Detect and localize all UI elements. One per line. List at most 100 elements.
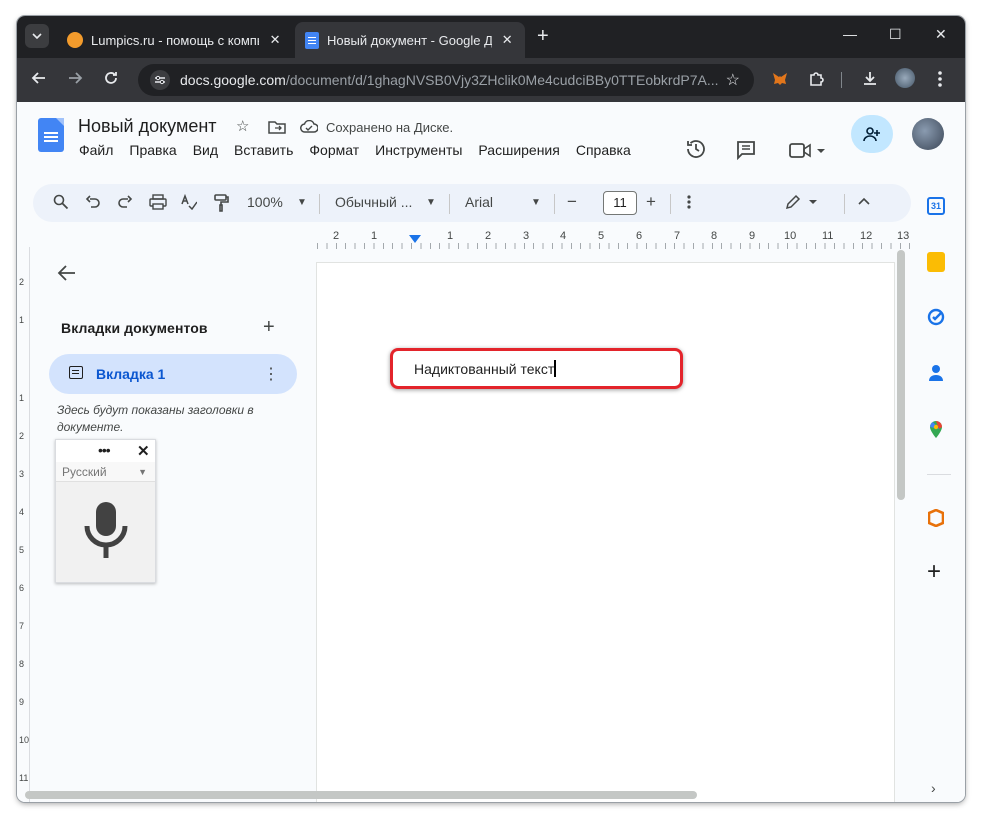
- tab-close-icon[interactable]: ✕: [500, 32, 515, 48]
- highlight-frame: [390, 348, 683, 389]
- chrome-menu-icon[interactable]: [937, 70, 943, 88]
- contacts-icon[interactable]: [928, 364, 944, 382]
- menu-help[interactable]: Справка: [576, 142, 631, 158]
- horizontal-scrollbar[interactable]: [25, 791, 697, 799]
- close-voice-typing-button[interactable]: ✕: [137, 442, 150, 460]
- more-options-icon[interactable]: [687, 194, 691, 210]
- profile-avatar-icon[interactable]: [895, 68, 915, 88]
- chevron-up-icon[interactable]: [858, 197, 870, 205]
- editing-mode-icon[interactable]: [785, 194, 819, 210]
- keep-icon[interactable]: [927, 252, 945, 272]
- chevron-down-icon[interactable]: ▼: [297, 197, 307, 208]
- download-icon[interactable]: [861, 70, 879, 88]
- star-icon[interactable]: ☆: [236, 117, 249, 135]
- search-icon[interactable]: [53, 194, 69, 210]
- cloud-saved-icon[interactable]: [300, 120, 318, 133]
- add-tab-button[interactable]: +: [263, 316, 275, 339]
- add-person-icon: [863, 127, 880, 142]
- side-panel: 31 +: [917, 102, 965, 802]
- redo-icon[interactable]: [117, 194, 133, 210]
- tab-options-button[interactable]: ⋮: [263, 364, 279, 384]
- print-icon[interactable]: [149, 194, 167, 210]
- paragraph-style-select[interactable]: Обычный ...: [335, 194, 412, 210]
- maps-icon[interactable]: [929, 419, 943, 439]
- formatting-toolbar: 100% ▼ Обычный ... ▼ Arial ▼ − 11 +: [33, 184, 911, 222]
- spellcheck-icon[interactable]: [181, 194, 197, 210]
- share-button[interactable]: [851, 115, 893, 153]
- move-folder-icon[interactable]: [268, 120, 286, 134]
- url-domain: docs.google.com: [180, 72, 286, 88]
- lumpics-favicon-icon: [67, 32, 83, 48]
- bookmark-star-icon[interactable]: ☆: [726, 70, 740, 90]
- menu-view[interactable]: Вид: [193, 142, 218, 158]
- close-window-button[interactable]: ✕: [935, 26, 947, 43]
- meet-icon[interactable]: [789, 142, 829, 160]
- tab-close-icon[interactable]: ✕: [267, 32, 283, 48]
- side-panel-divider: [927, 474, 951, 475]
- comments-icon[interactable]: [736, 140, 756, 160]
- toolbar-divider: [670, 194, 671, 214]
- get-addons-button[interactable]: +: [927, 560, 941, 584]
- microphone-icon[interactable]: [80, 498, 132, 562]
- docs-logo-icon[interactable]: [38, 118, 64, 152]
- version-history-icon[interactable]: [685, 138, 707, 160]
- chevron-down-icon[interactable]: ▼: [426, 197, 436, 208]
- chevron-down-icon[interactable]: ▼: [531, 197, 541, 208]
- drag-handle[interactable]: •••: [98, 442, 111, 458]
- vertical-ruler: 2 1 1 2 3 4 5 6 7 8 9 10 11: [17, 247, 31, 802]
- menu-format[interactable]: Формат: [309, 142, 359, 158]
- tab-title: Новый документ - Google Документы: [327, 32, 492, 48]
- menu-file[interactable]: Файл: [79, 142, 113, 158]
- menu-insert[interactable]: Вставить: [234, 142, 293, 158]
- tasks-icon[interactable]: [927, 308, 945, 326]
- undo-icon[interactable]: [85, 194, 101, 210]
- show-side-panel-button[interactable]: ›: [931, 780, 936, 796]
- metamask-extension-icon[interactable]: [771, 70, 789, 88]
- browser-tab-docs[interactable]: Новый документ - Google Документы ✕: [295, 22, 525, 58]
- chevron-down-icon: ▼: [138, 467, 147, 477]
- font-size-input[interactable]: 11: [603, 191, 637, 215]
- font-select[interactable]: Arial: [465, 194, 493, 210]
- menu-extensions[interactable]: Расширения: [478, 142, 559, 158]
- toolbar-divider: [319, 194, 320, 214]
- paint-format-icon[interactable]: [213, 194, 229, 212]
- horizontal-ruler: 2 1 1 2 3 4 5 6 7 8 9 10 11 12 13: [317, 230, 913, 250]
- url-path: /document/d/1ghagNVSB0Vjy3ZHclik0Me4cudc…: [285, 72, 719, 88]
- address-bar[interactable]: docs.google.com/document/d/1ghagNVSB0Vjy…: [138, 64, 754, 96]
- decrease-font-size-button[interactable]: −: [567, 192, 577, 212]
- document-tab-1[interactable]: Вкладка 1 ⋮: [49, 354, 297, 394]
- tab-search-button[interactable]: [25, 24, 49, 48]
- minimize-button[interactable]: —: [843, 26, 857, 42]
- back-arrow-icon[interactable]: [57, 264, 77, 282]
- browser-tab-lumpics[interactable]: Lumpics.ru - помощь с компьютером ✕: [57, 22, 293, 58]
- reload-icon[interactable]: [103, 70, 119, 86]
- back-icon[interactable]: [31, 70, 47, 86]
- forward-icon[interactable]: [67, 70, 83, 86]
- vertical-scrollbar[interactable]: [897, 250, 905, 500]
- menu-tools[interactable]: Инструменты: [375, 142, 462, 158]
- browser-window: Lumpics.ru - помощь с компьютером ✕ Новы…: [17, 16, 965, 802]
- chevron-down-icon: [32, 33, 42, 39]
- office-addon-icon[interactable]: [928, 509, 944, 527]
- site-info-icon[interactable]: [150, 70, 170, 90]
- docs-app: Новый документ ☆ Сохранено на Диске. Фай…: [17, 102, 965, 802]
- calendar-icon[interactable]: 31: [927, 197, 945, 215]
- language-select[interactable]: Русский ▼: [56, 462, 155, 482]
- tab-title: Lumpics.ru - помощь с компьютером: [91, 32, 259, 48]
- language-label: Русский: [62, 465, 107, 479]
- zoom-select[interactable]: 100%: [247, 194, 283, 210]
- maximize-button[interactable]: ☐: [889, 26, 902, 43]
- menu-edit[interactable]: Правка: [129, 142, 176, 158]
- increase-font-size-button[interactable]: +: [646, 192, 656, 212]
- indent-marker-icon[interactable]: [409, 235, 421, 243]
- tab-strip: Lumpics.ru - помощь с компьютером ✕ Новы…: [17, 16, 965, 58]
- docs-favicon-icon: [305, 31, 319, 49]
- voice-typing-header[interactable]: ••• ✕: [56, 440, 155, 462]
- toolbar-divider: [554, 194, 555, 214]
- document-title[interactable]: Новый документ: [78, 116, 217, 137]
- toolbar-divider: [449, 194, 450, 214]
- new-tab-button[interactable]: +: [537, 26, 549, 46]
- document-page[interactable]: [317, 263, 894, 802]
- extensions-icon[interactable]: [807, 70, 825, 88]
- outline-hint: Здесь будут показаны заголовки в докумен…: [57, 403, 254, 434]
